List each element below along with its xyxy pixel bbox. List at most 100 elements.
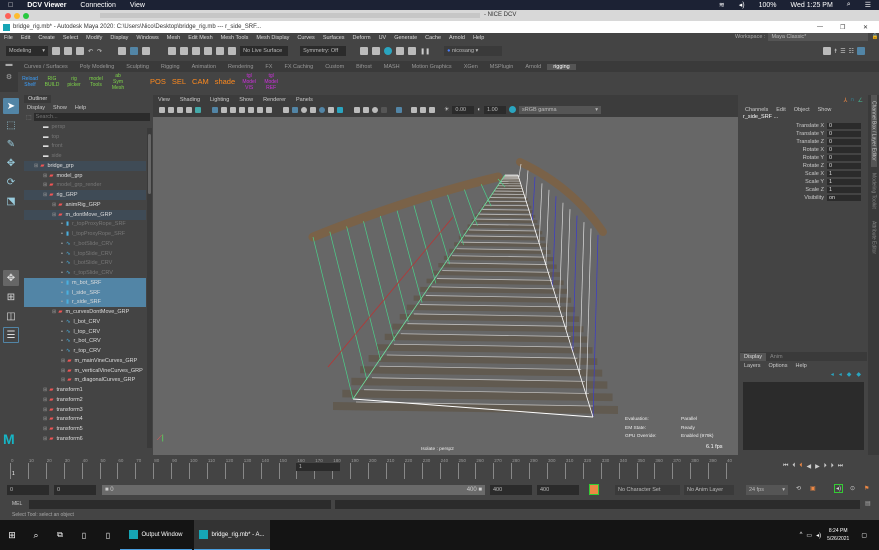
task-view-icon[interactable]: ⧉ (48, 520, 72, 550)
channel-name[interactable]: Translate Y (796, 131, 824, 137)
select-component-icon[interactable] (142, 47, 151, 55)
move-tool-icon[interactable]: ✥ (3, 155, 19, 171)
new-empty-layer-icon[interactable]: ◆ (847, 371, 852, 378)
outliner-item[interactable]: ⊞ ▰ rig_GRP (24, 190, 146, 200)
live-surface-field[interactable]: No Live Surface (240, 46, 289, 56)
outliner-item[interactable]: • ∿ r_bot_CRV (24, 337, 146, 347)
menu-generate[interactable]: Generate (394, 35, 417, 41)
menu-select[interactable]: Select (63, 35, 78, 41)
shelf-tab-motion-graphics[interactable]: Motion Graphics (406, 64, 458, 70)
outliner-item[interactable]: • ▮ m_bot_SRF (24, 278, 146, 288)
outliner-item[interactable]: • ▮ r_topProxyRope_SRF (24, 220, 146, 230)
outliner-item[interactable]: • ▮ r_side_SRF (24, 297, 146, 308)
start-time-field[interactable]: 0 (7, 485, 49, 495)
channel-row[interactable]: Scale Y1 (740, 178, 861, 186)
grease-pencil-icon[interactable] (195, 106, 201, 113)
bookmark-icon[interactable] (177, 106, 183, 113)
snap-grid-icon[interactable] (168, 47, 177, 55)
outliner-item[interactable]: • ∿ l_botSlide_CRV (24, 259, 146, 269)
shadows-icon[interactable] (337, 106, 343, 113)
shelf-button-rig-build[interactable]: RIG BUILD (44, 76, 60, 88)
paint-select-icon[interactable]: ✎ (3, 136, 19, 152)
channel-value[interactable]: 0 (827, 163, 861, 169)
range-end-handle[interactable]: 400 ■ (467, 487, 482, 493)
channel-name[interactable]: Scale Z (805, 187, 824, 193)
render-seq-icon[interactable] (372, 47, 381, 55)
menu-mesh-display[interactable]: Mesh Display (256, 35, 289, 41)
expand-icon[interactable]: ⊞ (34, 163, 38, 169)
anim-end-field[interactable]: 400 (490, 485, 532, 495)
move-layer-down-icon[interactable]: ◂ (839, 371, 842, 378)
taskbar-maya-window[interactable]: bridge_rig.mb* - A... (194, 520, 270, 550)
battery-status[interactable]: 100% (759, 2, 777, 9)
menu-options[interactable]: Options (769, 363, 788, 369)
layer-list[interactable] (743, 382, 864, 450)
outliner-item[interactable]: ⊞ ▰ model_grp_render (24, 181, 146, 191)
undo-icon[interactable]: ↶ (88, 48, 93, 55)
outliner-item[interactable]: • ∿ r_topSlide_CRV (24, 268, 146, 278)
channel-row[interactable]: Rotate Y0 (740, 154, 861, 162)
run-icon[interactable]: ⚑ (864, 485, 869, 492)
shelf-menu-icon[interactable]: ▬ (0, 61, 18, 68)
apple-icon[interactable]:  (8, 2, 13, 9)
menu-display[interactable]: Display (27, 105, 45, 111)
film-gate-icon[interactable] (221, 106, 227, 113)
fps-dropdown[interactable]: 24 fps ▾ (746, 485, 788, 495)
single-view-icon[interactable]: ✥ (3, 270, 19, 286)
outliner-search-input[interactable] (33, 113, 150, 121)
xray-icon[interactable] (319, 106, 325, 113)
shelf-button-model-tools[interactable]: model Tools (88, 76, 104, 88)
tool-settings-icon[interactable]: ☷ (849, 48, 854, 55)
menu-renderer[interactable]: Renderer (263, 97, 286, 103)
scale-tool-icon[interactable]: ⬔ (3, 193, 19, 209)
outliner-item[interactable]: • ▮ l_side_SRF (24, 287, 146, 298)
minimize-button[interactable] (14, 12, 20, 19)
menu-shading[interactable]: Shading (180, 97, 200, 103)
channel-row[interactable]: Scale Z1 (740, 186, 861, 194)
search-icon[interactable]: ⌕ (847, 1, 851, 9)
tab-anim[interactable]: Anim (766, 352, 787, 361)
channel-row[interactable]: Translate Y0 (740, 130, 861, 138)
outliner-item[interactable]: ⊞ ▰ transform2 (24, 395, 146, 405)
channel-name[interactable]: Scale Y (805, 179, 824, 185)
channel-value[interactable]: 0 (827, 139, 861, 145)
outliner-item[interactable]: • ∿ l_topSlide_CRV (24, 249, 146, 259)
menu-curves[interactable]: Curves (297, 35, 314, 41)
tray-chevron-icon[interactable]: ^ (800, 532, 803, 538)
menu-arnold[interactable]: Arnold (449, 35, 465, 41)
taskbar-output-window[interactable]: Output Window (120, 520, 192, 550)
channel-row[interactable]: Translate Z0 (740, 138, 861, 146)
tab-channel-box[interactable]: Channel Box / Layer Editor (870, 95, 877, 167)
range-start-handle[interactable]: ■ 0 (105, 487, 114, 493)
outliner-item[interactable]: ▬ persp (24, 122, 146, 132)
expand-icon[interactable]: ⊞ (43, 426, 47, 432)
backface-icon[interactable] (429, 106, 435, 113)
wifi-icon[interactable]: ≋ (719, 1, 725, 9)
select-object-icon[interactable] (130, 47, 139, 55)
outliner-item[interactable]: • ∿ l_top_CRV (24, 327, 146, 337)
channel-value[interactable]: 0 (827, 131, 861, 137)
anim-start-field[interactable]: 0 (54, 485, 96, 495)
range-bar[interactable]: ■ 0 400 ■ (102, 485, 485, 495)
windows-start-icon[interactable]: ⊞ (0, 520, 24, 550)
channel-box-icon[interactable] (857, 47, 866, 55)
shelf-tab-xgen[interactable]: XGen (458, 64, 484, 70)
open-scene-icon[interactable] (64, 47, 72, 55)
menu-mesh-tools[interactable]: Mesh Tools (221, 35, 249, 41)
gate-mask-icon[interactable] (239, 106, 245, 113)
outliner-item[interactable]: ▬ front (24, 142, 146, 152)
symmetry-dropdown[interactable]: Symmetry: Off (300, 46, 347, 56)
aa-icon[interactable] (372, 106, 378, 113)
xray-active-icon[interactable] (420, 106, 426, 113)
menu-file[interactable]: File (4, 35, 13, 41)
shelf-tab-rendering[interactable]: Rendering (222, 64, 259, 70)
grid-icon[interactable] (212, 106, 218, 113)
mel-input[interactable] (29, 500, 331, 509)
channel-value[interactable]: 0 (827, 147, 861, 153)
outliner-item[interactable]: ⊞ ▰ model_grp (24, 171, 146, 181)
pencil-icon[interactable]: ∠ (858, 97, 863, 104)
channel-value[interactable]: 0 (827, 123, 861, 129)
two-view-icon[interactable]: ◫ (3, 308, 19, 324)
tab-modeling-toolkit[interactable]: Modeling Toolkit (871, 167, 877, 215)
outliner-item[interactable]: ⊞ ▰ transform1 (24, 385, 146, 395)
